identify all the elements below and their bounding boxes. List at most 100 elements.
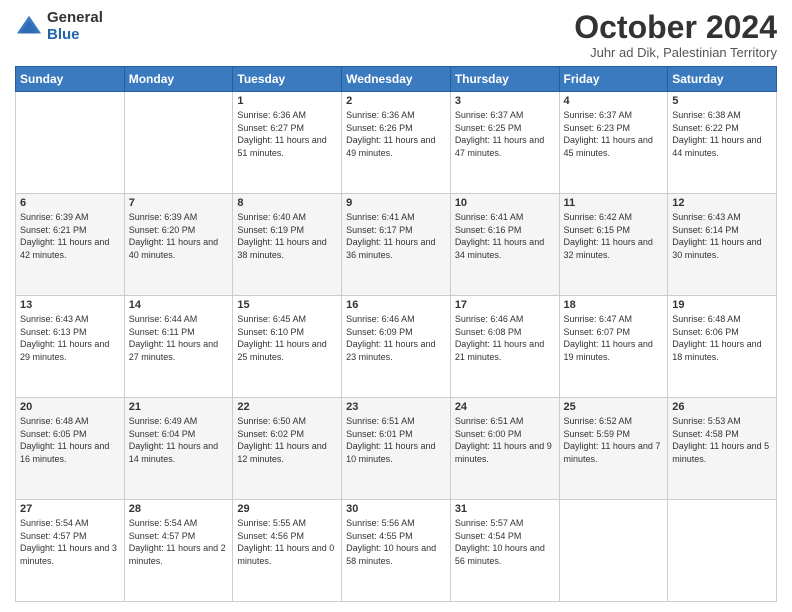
day-number: 24: [455, 401, 555, 413]
day-number: 10: [455, 197, 555, 209]
page: General Blue October 2024 Juhr ad Dik, P…: [0, 0, 792, 612]
day-info: Sunrise: 5:55 AM Sunset: 4:56 PM Dayligh…: [237, 517, 337, 567]
day-number: 6: [20, 197, 120, 209]
day-number: 13: [20, 299, 120, 311]
day-number: 21: [129, 401, 229, 413]
table-row: 28Sunrise: 5:54 AM Sunset: 4:57 PM Dayli…: [124, 500, 233, 602]
table-row: [668, 500, 777, 602]
day-info: Sunrise: 6:42 AM Sunset: 6:15 PM Dayligh…: [564, 211, 664, 261]
day-info: Sunrise: 5:56 AM Sunset: 4:55 PM Dayligh…: [346, 517, 446, 567]
logo-blue-text: Blue: [47, 27, 103, 44]
day-info: Sunrise: 6:39 AM Sunset: 6:20 PM Dayligh…: [129, 211, 229, 261]
table-row: 13 Sunrise: 6:43 AM Sunset: 6:13 PM Dayli…: [16, 296, 125, 398]
day-info: Sunrise: 6:45 AM Sunset: 6:10 PM Dayligh…: [237, 313, 337, 363]
day-info: Sunrise: 6:43 AM Sunset: 6:14 PM Dayligh…: [672, 211, 772, 261]
calendar-week-row: 27Sunrise: 5:54 AM Sunset: 4:57 PM Dayli…: [16, 500, 777, 602]
logo-text: General Blue: [47, 10, 103, 43]
table-row: 14 Sunrise: 6:44 AM Sunset: 6:11 PM Dayli…: [124, 296, 233, 398]
day-number: 18: [564, 299, 664, 311]
table-row: 22 Sunrise: 6:50 AM Sunset: 6:02 PM Dayli…: [233, 398, 342, 500]
day-number: 14: [129, 299, 229, 311]
table-row: 10 Sunrise: 6:41 AM Sunset: 6:16 PM Dayli…: [450, 194, 559, 296]
table-row: 12 Sunrise: 6:43 AM Sunset: 6:14 PM Dayli…: [668, 194, 777, 296]
day-number: 12: [672, 197, 772, 209]
day-info: Sunrise: 6:44 AM Sunset: 6:11 PM Dayligh…: [129, 313, 229, 363]
table-row: [124, 92, 233, 194]
table-row: 1Sunrise: 6:36 AM Sunset: 6:27 PM Daylig…: [233, 92, 342, 194]
day-number: 8: [237, 197, 337, 209]
table-row: 15 Sunrise: 6:45 AM Sunset: 6:10 PM Dayli…: [233, 296, 342, 398]
table-row: 16 Sunrise: 6:46 AM Sunset: 6:09 PM Dayli…: [342, 296, 451, 398]
table-row: 3 Sunrise: 6:37 AM Sunset: 6:25 PM Daylig…: [450, 92, 559, 194]
logo-general-text: General: [47, 10, 103, 27]
day-number: 19: [672, 299, 772, 311]
title-section: October 2024 Juhr ad Dik, Palestinian Te…: [574, 10, 777, 60]
day-number: 17: [455, 299, 555, 311]
day-info: Sunrise: 6:37 AM Sunset: 6:25 PM Dayligh…: [455, 109, 555, 159]
col-tuesday: Tuesday: [233, 67, 342, 92]
table-row: 29 Sunrise: 5:55 AM Sunset: 4:56 PM Dayli…: [233, 500, 342, 602]
day-info: Sunrise: 6:52 AM Sunset: 5:59 PM Dayligh…: [564, 415, 664, 465]
day-info: Sunrise: 6:36 AM Sunset: 6:26 PM Dayligh…: [346, 109, 446, 159]
day-number: 4: [564, 95, 664, 107]
day-info: Sunrise: 6:39 AM Sunset: 6:21 PM Dayligh…: [20, 211, 120, 261]
day-number: 5: [672, 95, 772, 107]
day-info: Sunrise: 6:46 AM Sunset: 6:09 PM Dayligh…: [346, 313, 446, 363]
day-info: Sunrise: 6:51 AM Sunset: 6:00 PM Dayligh…: [455, 415, 555, 465]
col-thursday: Thursday: [450, 67, 559, 92]
day-number: 9: [346, 197, 446, 209]
day-number: 20: [20, 401, 120, 413]
calendar-week-row: 1Sunrise: 6:36 AM Sunset: 6:27 PM Daylig…: [16, 92, 777, 194]
col-friday: Friday: [559, 67, 668, 92]
col-wednesday: Wednesday: [342, 67, 451, 92]
table-row: 23 Sunrise: 6:51 AM Sunset: 6:01 PM Dayli…: [342, 398, 451, 500]
table-row: 5 Sunrise: 6:38 AM Sunset: 6:22 PM Daylig…: [668, 92, 777, 194]
table-row: 27Sunrise: 5:54 AM Sunset: 4:57 PM Dayli…: [16, 500, 125, 602]
calendar-week-row: 20 Sunrise: 6:48 AM Sunset: 6:05 PM Dayli…: [16, 398, 777, 500]
day-info: Sunrise: 6:48 AM Sunset: 6:06 PM Dayligh…: [672, 313, 772, 363]
col-sunday: Sunday: [16, 67, 125, 92]
table-row: 6 Sunrise: 6:39 AM Sunset: 6:21 PM Daylig…: [16, 194, 125, 296]
day-number: 29: [237, 503, 337, 515]
day-info: Sunrise: 6:41 AM Sunset: 6:16 PM Dayligh…: [455, 211, 555, 261]
table-row: 21Sunrise: 6:49 AM Sunset: 6:04 PM Dayli…: [124, 398, 233, 500]
header: General Blue October 2024 Juhr ad Dik, P…: [15, 10, 777, 60]
calendar-table: Sunday Monday Tuesday Wednesday Thursday…: [15, 66, 777, 602]
day-number: 3: [455, 95, 555, 107]
table-row: 4 Sunrise: 6:37 AM Sunset: 6:23 PM Daylig…: [559, 92, 668, 194]
table-row: 19 Sunrise: 6:48 AM Sunset: 6:06 PM Dayli…: [668, 296, 777, 398]
day-info: Sunrise: 6:41 AM Sunset: 6:17 PM Dayligh…: [346, 211, 446, 261]
day-number: 31: [455, 503, 555, 515]
table-row: 18Sunrise: 6:47 AM Sunset: 6:07 PM Dayli…: [559, 296, 668, 398]
location: Juhr ad Dik, Palestinian Territory: [574, 45, 777, 60]
day-info: Sunrise: 6:43 AM Sunset: 6:13 PM Dayligh…: [20, 313, 120, 363]
day-info: Sunrise: 6:51 AM Sunset: 6:01 PM Dayligh…: [346, 415, 446, 465]
table-row: 7 Sunrise: 6:39 AM Sunset: 6:20 PM Daylig…: [124, 194, 233, 296]
day-number: 7: [129, 197, 229, 209]
day-info: Sunrise: 6:48 AM Sunset: 6:05 PM Dayligh…: [20, 415, 120, 465]
day-number: 16: [346, 299, 446, 311]
day-info: Sunrise: 6:36 AM Sunset: 6:27 PM Dayligh…: [237, 109, 337, 159]
day-number: 27: [20, 503, 120, 515]
day-info: Sunrise: 6:46 AM Sunset: 6:08 PM Dayligh…: [455, 313, 555, 363]
table-row: [16, 92, 125, 194]
day-info: Sunrise: 6:38 AM Sunset: 6:22 PM Dayligh…: [672, 109, 772, 159]
day-number: 23: [346, 401, 446, 413]
day-info: Sunrise: 6:50 AM Sunset: 6:02 PM Dayligh…: [237, 415, 337, 465]
col-monday: Monday: [124, 67, 233, 92]
table-row: 26Sunrise: 5:53 AM Sunset: 4:58 PM Dayli…: [668, 398, 777, 500]
day-number: 25: [564, 401, 664, 413]
day-number: 15: [237, 299, 337, 311]
calendar-week-row: 6 Sunrise: 6:39 AM Sunset: 6:21 PM Daylig…: [16, 194, 777, 296]
table-row: 31 Sunrise: 5:57 AM Sunset: 4:54 PM Dayli…: [450, 500, 559, 602]
day-info: Sunrise: 5:57 AM Sunset: 4:54 PM Dayligh…: [455, 517, 555, 567]
table-row: 11Sunrise: 6:42 AM Sunset: 6:15 PM Dayli…: [559, 194, 668, 296]
table-row: 20 Sunrise: 6:48 AM Sunset: 6:05 PM Dayli…: [16, 398, 125, 500]
month-title: October 2024: [574, 10, 777, 45]
day-info: Sunrise: 6:37 AM Sunset: 6:23 PM Dayligh…: [564, 109, 664, 159]
logo: General Blue: [15, 10, 103, 43]
day-number: 22: [237, 401, 337, 413]
table-row: 24 Sunrise: 6:51 AM Sunset: 6:00 PM Dayli…: [450, 398, 559, 500]
day-number: 2: [346, 95, 446, 107]
day-info: Sunrise: 6:40 AM Sunset: 6:19 PM Dayligh…: [237, 211, 337, 261]
